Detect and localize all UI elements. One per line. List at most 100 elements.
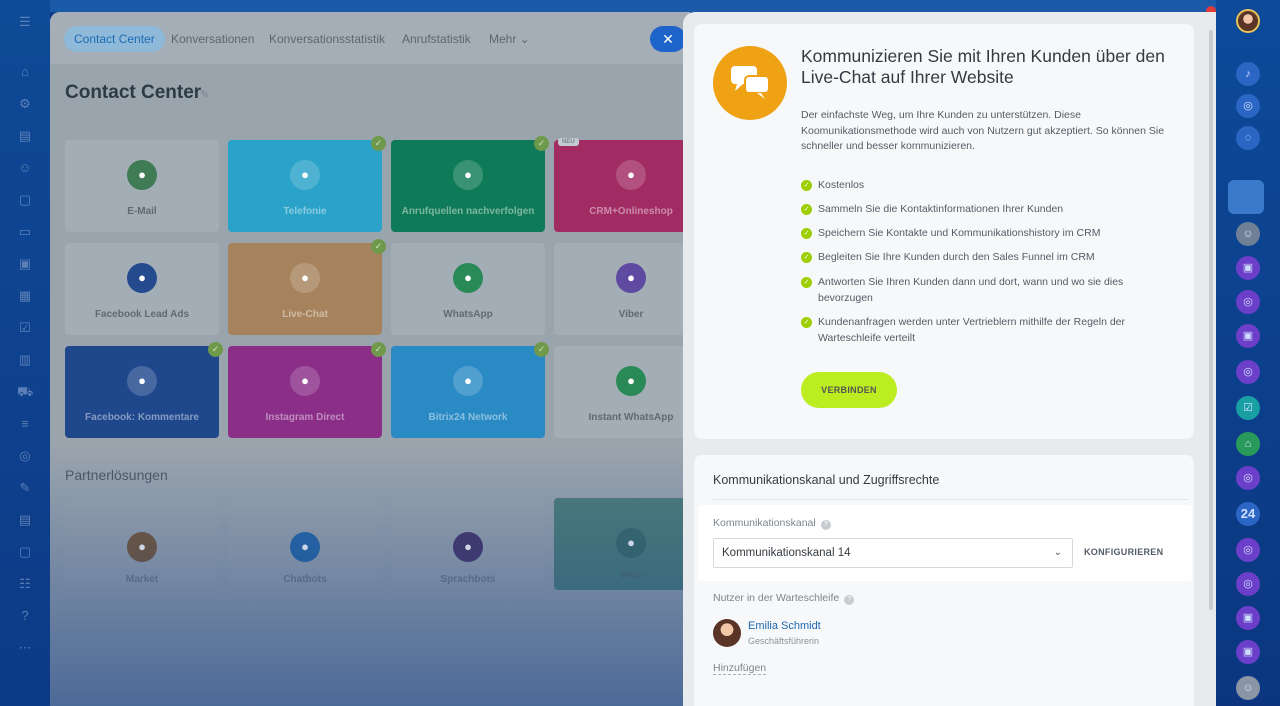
tab-conversation-stats[interactable]: Konversationsstatistik <box>269 26 385 52</box>
robot-icon[interactable]: ◎ <box>17 448 33 464</box>
headline: Kommunizieren Sie mit Ihren Kunden über … <box>801 46 1165 87</box>
check-icon: ✓ <box>801 180 812 191</box>
task-icon[interactable]: ☑ <box>1236 396 1260 420</box>
box-icon: ● <box>616 528 646 558</box>
channel-tile[interactable]: ● WhatsApp <box>391 243 545 335</box>
close-slider-button[interactable]: ✕ <box>650 26 686 52</box>
channel-tile[interactable]: ● Facebook Lead Ads <box>65 243 219 335</box>
queue-label-text: Nutzer in der Warteschleife <box>713 592 840 604</box>
channel-tile[interactable]: ● Viber <box>554 243 690 335</box>
calendar-icon[interactable]: ▦ <box>17 288 33 304</box>
channel-tile[interactable]: ● Live-Chat ✓ <box>228 239 386 335</box>
more-icon[interactable]: ⋯ <box>17 640 33 656</box>
channel-tile-label: Facebook Lead Ads <box>94 309 190 320</box>
openline-icon[interactable]: ◎ <box>1236 360 1260 384</box>
partner-tile-label: Chatbots <box>283 574 327 585</box>
partner-tile-label: Market <box>125 574 159 585</box>
tab-call-stats[interactable]: Anrufstatistik <box>402 26 471 52</box>
menu-icon[interactable]: ☰ <box>17 14 33 30</box>
help-icon[interactable]: ? <box>844 595 855 605</box>
sign-icon[interactable]: ✎ <box>17 480 33 496</box>
home-icon[interactable]: ⌂ <box>17 64 33 80</box>
scrollbar[interactable] <box>1209 30 1213 610</box>
configure-button[interactable]: KONFIGURIEREN <box>1084 547 1163 557</box>
channel-tile[interactable]: ●CRM+Onlineshop✓NEU <box>554 138 690 232</box>
facebook-lead-icon: ● <box>127 263 157 293</box>
tab-conversations[interactable]: Konversationen <box>171 26 254 52</box>
call-tracking-icon: ● <box>453 160 483 190</box>
help-icon[interactable]: ? <box>17 608 33 624</box>
avatar <box>713 619 741 647</box>
channel-tile-label: Facebook: Kommentare <box>85 412 199 423</box>
tab-contact-center[interactable]: Contact Center <box>64 26 165 52</box>
partner-tile[interactable]: ● Sprachbots <box>391 502 545 594</box>
instagram-icon: ● <box>290 366 320 396</box>
openline-icon[interactable]: ▣ <box>1236 256 1260 280</box>
shop-icon[interactable]: ⛟ <box>17 384 33 400</box>
partner-tile[interactable]: ● Web <box>554 498 690 590</box>
channel-tile[interactable]: ● Bitrix24 Network ✓ <box>391 342 549 438</box>
help-icon[interactable]: ? <box>820 520 831 530</box>
openline-icon[interactable]: ◎ <box>1236 538 1260 562</box>
lock-icon[interactable]: ⌂ <box>1236 432 1260 456</box>
channel-tile[interactable]: ● E-Mail <box>65 140 219 232</box>
channel-tile-label: Anrufquellen nachverfolgen <box>401 206 535 217</box>
add-user-link[interactable]: Hinzufügen <box>713 662 767 675</box>
top-strip <box>50 0 1216 12</box>
user-name-link[interactable]: Emilia Schmidt <box>748 620 821 632</box>
whatsapp-icon: ● <box>453 263 483 293</box>
edit-icon[interactable]: ✎ <box>200 88 209 101</box>
feature-text: Begleiten Sie Ihre Kunden durch den Sale… <box>818 251 1095 263</box>
feed-icon[interactable]: ▤ <box>17 128 33 144</box>
openline-icon[interactable]: ▣ <box>1236 606 1260 630</box>
envelope-icon: ● <box>127 160 157 190</box>
bell-icon[interactable]: ♪ <box>1236 62 1260 86</box>
target-icon[interactable]: ◎ <box>1236 94 1260 118</box>
channel-tile[interactable]: ● Instagram Direct ✓ <box>228 342 386 438</box>
search-chat-icon[interactable]: ◌ <box>1236 126 1260 150</box>
openline-icon[interactable]: ▣ <box>1236 640 1260 664</box>
partner-tile[interactable]: ● Market <box>65 502 219 594</box>
user-avatar-small[interactable]: ☺ <box>1236 676 1260 700</box>
channel-tile-label: Instagram Direct <box>265 412 345 423</box>
openline-icon[interactable]: ◎ <box>1236 290 1260 314</box>
channel-tile[interactable]: ● Instant WhatsApp <box>554 346 690 438</box>
filter-icon[interactable]: ≡ <box>17 416 33 432</box>
partner-tile[interactable]: ● Chatbots <box>228 502 382 594</box>
connect-button[interactable]: VERBINDEN <box>801 372 897 408</box>
feature-text: Speichern Sie Kontakte und Kommunikation… <box>818 227 1101 239</box>
feature-text: Sammeln Sie die Kontaktinformationen Ihr… <box>818 203 1064 215</box>
feature-text: Antworten Sie Ihren Kunden dann und dort… <box>818 276 1124 304</box>
new-badge: NEU <box>558 138 579 146</box>
openline-icon[interactable]: ◎ <box>1236 466 1260 490</box>
team-icon[interactable]: ☷ <box>17 576 33 592</box>
queue-label: Nutzer in der Warteschleife? <box>713 592 855 605</box>
openline-icon[interactable]: ◎ <box>1236 572 1260 596</box>
contacts-icon[interactable]: ☺ <box>17 160 33 176</box>
tasks-icon[interactable]: ☑ <box>17 320 33 336</box>
tab-more[interactable]: Mehr ⌄ <box>489 26 530 52</box>
inventory-icon[interactable]: ▤ <box>17 512 33 528</box>
group-avatar[interactable]: ☺ <box>1236 222 1260 246</box>
channel-label-text: Kommunikationskanal <box>713 517 816 529</box>
cloud-icon: ● <box>453 366 483 396</box>
bitrix24-icon[interactable]: 24 <box>1236 502 1260 526</box>
chat-icon: ● <box>290 263 320 293</box>
channel-tile[interactable]: ● Anrufquellen nachverfolgen ✓ <box>391 136 549 232</box>
documents-icon[interactable]: ▢ <box>17 192 33 208</box>
analytics-icon[interactable]: ▥ <box>17 352 33 368</box>
check-icon: ✓ <box>208 342 223 357</box>
user-role: Geschäftsführerin <box>748 636 820 646</box>
feature-item: ✓ Antworten Sie Ihren Kunden dann und dor… <box>801 275 1176 306</box>
drive-icon[interactable]: ▭ <box>17 224 33 240</box>
settings-icon[interactable]: ⚙ <box>17 96 33 112</box>
user-avatar[interactable] <box>1236 9 1260 33</box>
chat-board-icon[interactable]: ▢ <box>17 544 33 560</box>
channel-select[interactable]: Kommunikationskanal 14 ⌄ <box>713 538 1073 568</box>
channel-tile[interactable]: ● Facebook: Kommentare ✓ <box>65 342 223 438</box>
active-chat-avatar[interactable] <box>1228 180 1264 214</box>
channel-tile[interactable]: ● Telefonie ✓ <box>228 136 386 232</box>
cart-icon: ● <box>616 160 646 190</box>
monitor-icon[interactable]: ▣ <box>17 256 33 272</box>
openline-icon[interactable]: ▣ <box>1236 324 1260 348</box>
